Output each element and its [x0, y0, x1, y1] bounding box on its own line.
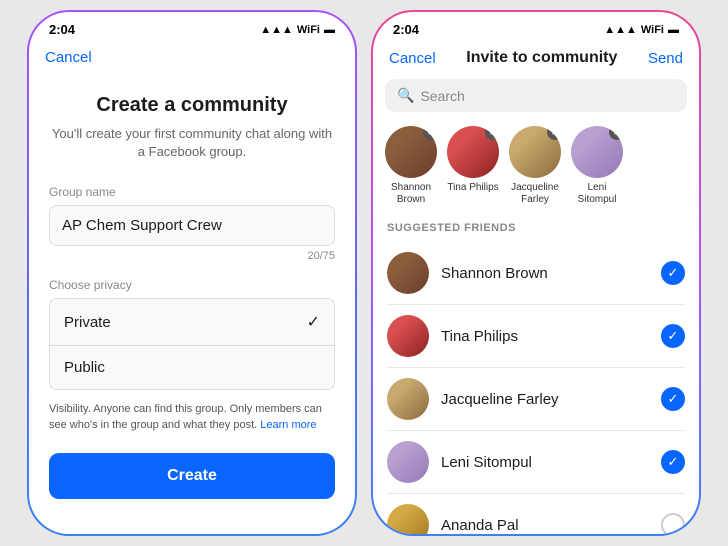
private-check: ✓ — [307, 312, 320, 332]
remove-avatar-3[interactable]: ✕ — [609, 126, 623, 140]
sel-avatar-name-2: Jacqueline Farley — [509, 182, 561, 206]
remove-avatar-1[interactable]: ✕ — [485, 126, 499, 140]
signal-icon: ▲▲▲ — [260, 24, 293, 36]
visibility-text: Visibility. Anyone can find this group. … — [49, 402, 335, 433]
nav-bar-left: Cancel — [29, 41, 355, 78]
friend-avatar-0 — [387, 252, 429, 294]
group-name-input[interactable]: AP Chem Support Crew — [49, 205, 335, 246]
friend-avatar-1 — [387, 315, 429, 357]
sel-avatar-img-1: ✕ — [447, 126, 499, 178]
friend-name-4: Ananda Pal — [441, 517, 649, 534]
learn-more-link[interactable]: Learn more — [260, 419, 316, 431]
friend-name-3: Leni Sitompul — [441, 454, 649, 471]
friend-check-1[interactable]: ✓ — [661, 324, 685, 348]
create-button[interactable]: Create — [49, 453, 335, 499]
remove-avatar-0[interactable]: ✕ — [423, 126, 437, 140]
sel-avatar-name-3: Leni Sitompul — [571, 182, 623, 206]
invite-title: Invite to community — [466, 49, 617, 67]
private-label: Private — [64, 314, 111, 331]
public-label: Public — [64, 359, 105, 376]
friend-avatar-2 — [387, 378, 429, 420]
friend-name-1: Tina Philips — [441, 328, 649, 345]
nav-bar-right: Cancel Invite to community Send — [373, 41, 699, 79]
friend-avatar-3 — [387, 441, 429, 483]
time-right: 2:04 — [393, 22, 419, 37]
create-community-content: Create a community You'll create your fi… — [29, 78, 355, 534]
battery-icon-r: ▬ — [668, 24, 679, 36]
sel-avatar-name-0: Shannon Brown — [385, 182, 437, 206]
friend-item-4[interactable]: Ananda Pal — [373, 494, 699, 534]
privacy-label: Choose privacy — [49, 278, 335, 292]
create-title: Create a community — [49, 94, 335, 117]
friend-check-3[interactable]: ✓ — [661, 450, 685, 474]
friend-avatar-4 — [387, 504, 429, 534]
wifi-icon-r: WiFi — [641, 24, 664, 36]
signal-icon-r: ▲▲▲ — [604, 24, 637, 36]
friend-check-0[interactable]: ✓ — [661, 261, 685, 285]
send-button[interactable]: Send — [648, 50, 683, 67]
group-name-label: Group name — [49, 185, 335, 199]
friend-check-4[interactable] — [661, 513, 685, 534]
status-bar-left: 2:04 ▲▲▲ WiFi ▬ — [29, 12, 355, 41]
battery-icon: ▬ — [324, 24, 335, 36]
sel-avatar-img-3: ✕ — [571, 126, 623, 178]
wifi-icon: WiFi — [297, 24, 320, 36]
search-icon: 🔍 — [397, 87, 414, 104]
left-phone: 2:04 ▲▲▲ WiFi ▬ Cancel Create a communit… — [27, 10, 357, 536]
privacy-options: Private ✓ Public — [49, 298, 335, 390]
privacy-option-public[interactable]: Public — [50, 346, 334, 389]
search-bar[interactable]: 🔍 Search — [385, 79, 687, 112]
friend-name-2: Jacqueline Farley — [441, 391, 649, 408]
status-icons-left: ▲▲▲ WiFi ▬ — [260, 24, 335, 36]
friend-name-0: Shannon Brown — [441, 265, 649, 282]
search-placeholder: Search — [420, 88, 464, 104]
right-phone: 2:04 ▲▲▲ WiFi ▬ Cancel Invite to communi… — [371, 10, 701, 536]
suggested-friends-label: SUGGESTED FRIENDS — [373, 218, 699, 242]
friend-item-1[interactable]: Tina Philips ✓ — [373, 305, 699, 367]
selected-avatar-1: ✕ Tina Philips — [447, 126, 499, 206]
char-count: 20/75 — [49, 250, 335, 262]
sel-avatar-name-1: Tina Philips — [447, 182, 498, 194]
cancel-button-left[interactable]: Cancel — [45, 49, 92, 66]
selected-avatar-3: ✕ Leni Sitompul — [571, 126, 623, 206]
time-left: 2:04 — [49, 22, 75, 37]
friend-check-2[interactable]: ✓ — [661, 387, 685, 411]
sel-avatar-img-0: ✕ — [385, 126, 437, 178]
create-subtitle: You'll create your first community chat … — [49, 125, 335, 161]
status-bar-right: 2:04 ▲▲▲ WiFi ▬ — [373, 12, 699, 41]
sel-avatar-img-2: ✕ — [509, 126, 561, 178]
friend-item-0[interactable]: Shannon Brown ✓ — [373, 242, 699, 304]
selected-avatars-row: ✕ Shannon Brown ✕ Tina Philips ✕ Jacquel… — [373, 122, 699, 218]
friend-item-3[interactable]: Leni Sitompul ✓ — [373, 431, 699, 493]
status-icons-right: ▲▲▲ WiFi ▬ — [604, 24, 679, 36]
remove-avatar-2[interactable]: ✕ — [547, 126, 561, 140]
selected-avatar-0: ✕ Shannon Brown — [385, 126, 437, 206]
cancel-button-right[interactable]: Cancel — [389, 50, 436, 67]
friend-item-2[interactable]: Jacqueline Farley ✓ — [373, 368, 699, 430]
friend-list: Shannon Brown ✓ Tina Philips ✓ Jacquelin… — [373, 242, 699, 534]
privacy-option-private[interactable]: Private ✓ — [50, 299, 334, 346]
selected-avatar-2: ✕ Jacqueline Farley — [509, 126, 561, 206]
